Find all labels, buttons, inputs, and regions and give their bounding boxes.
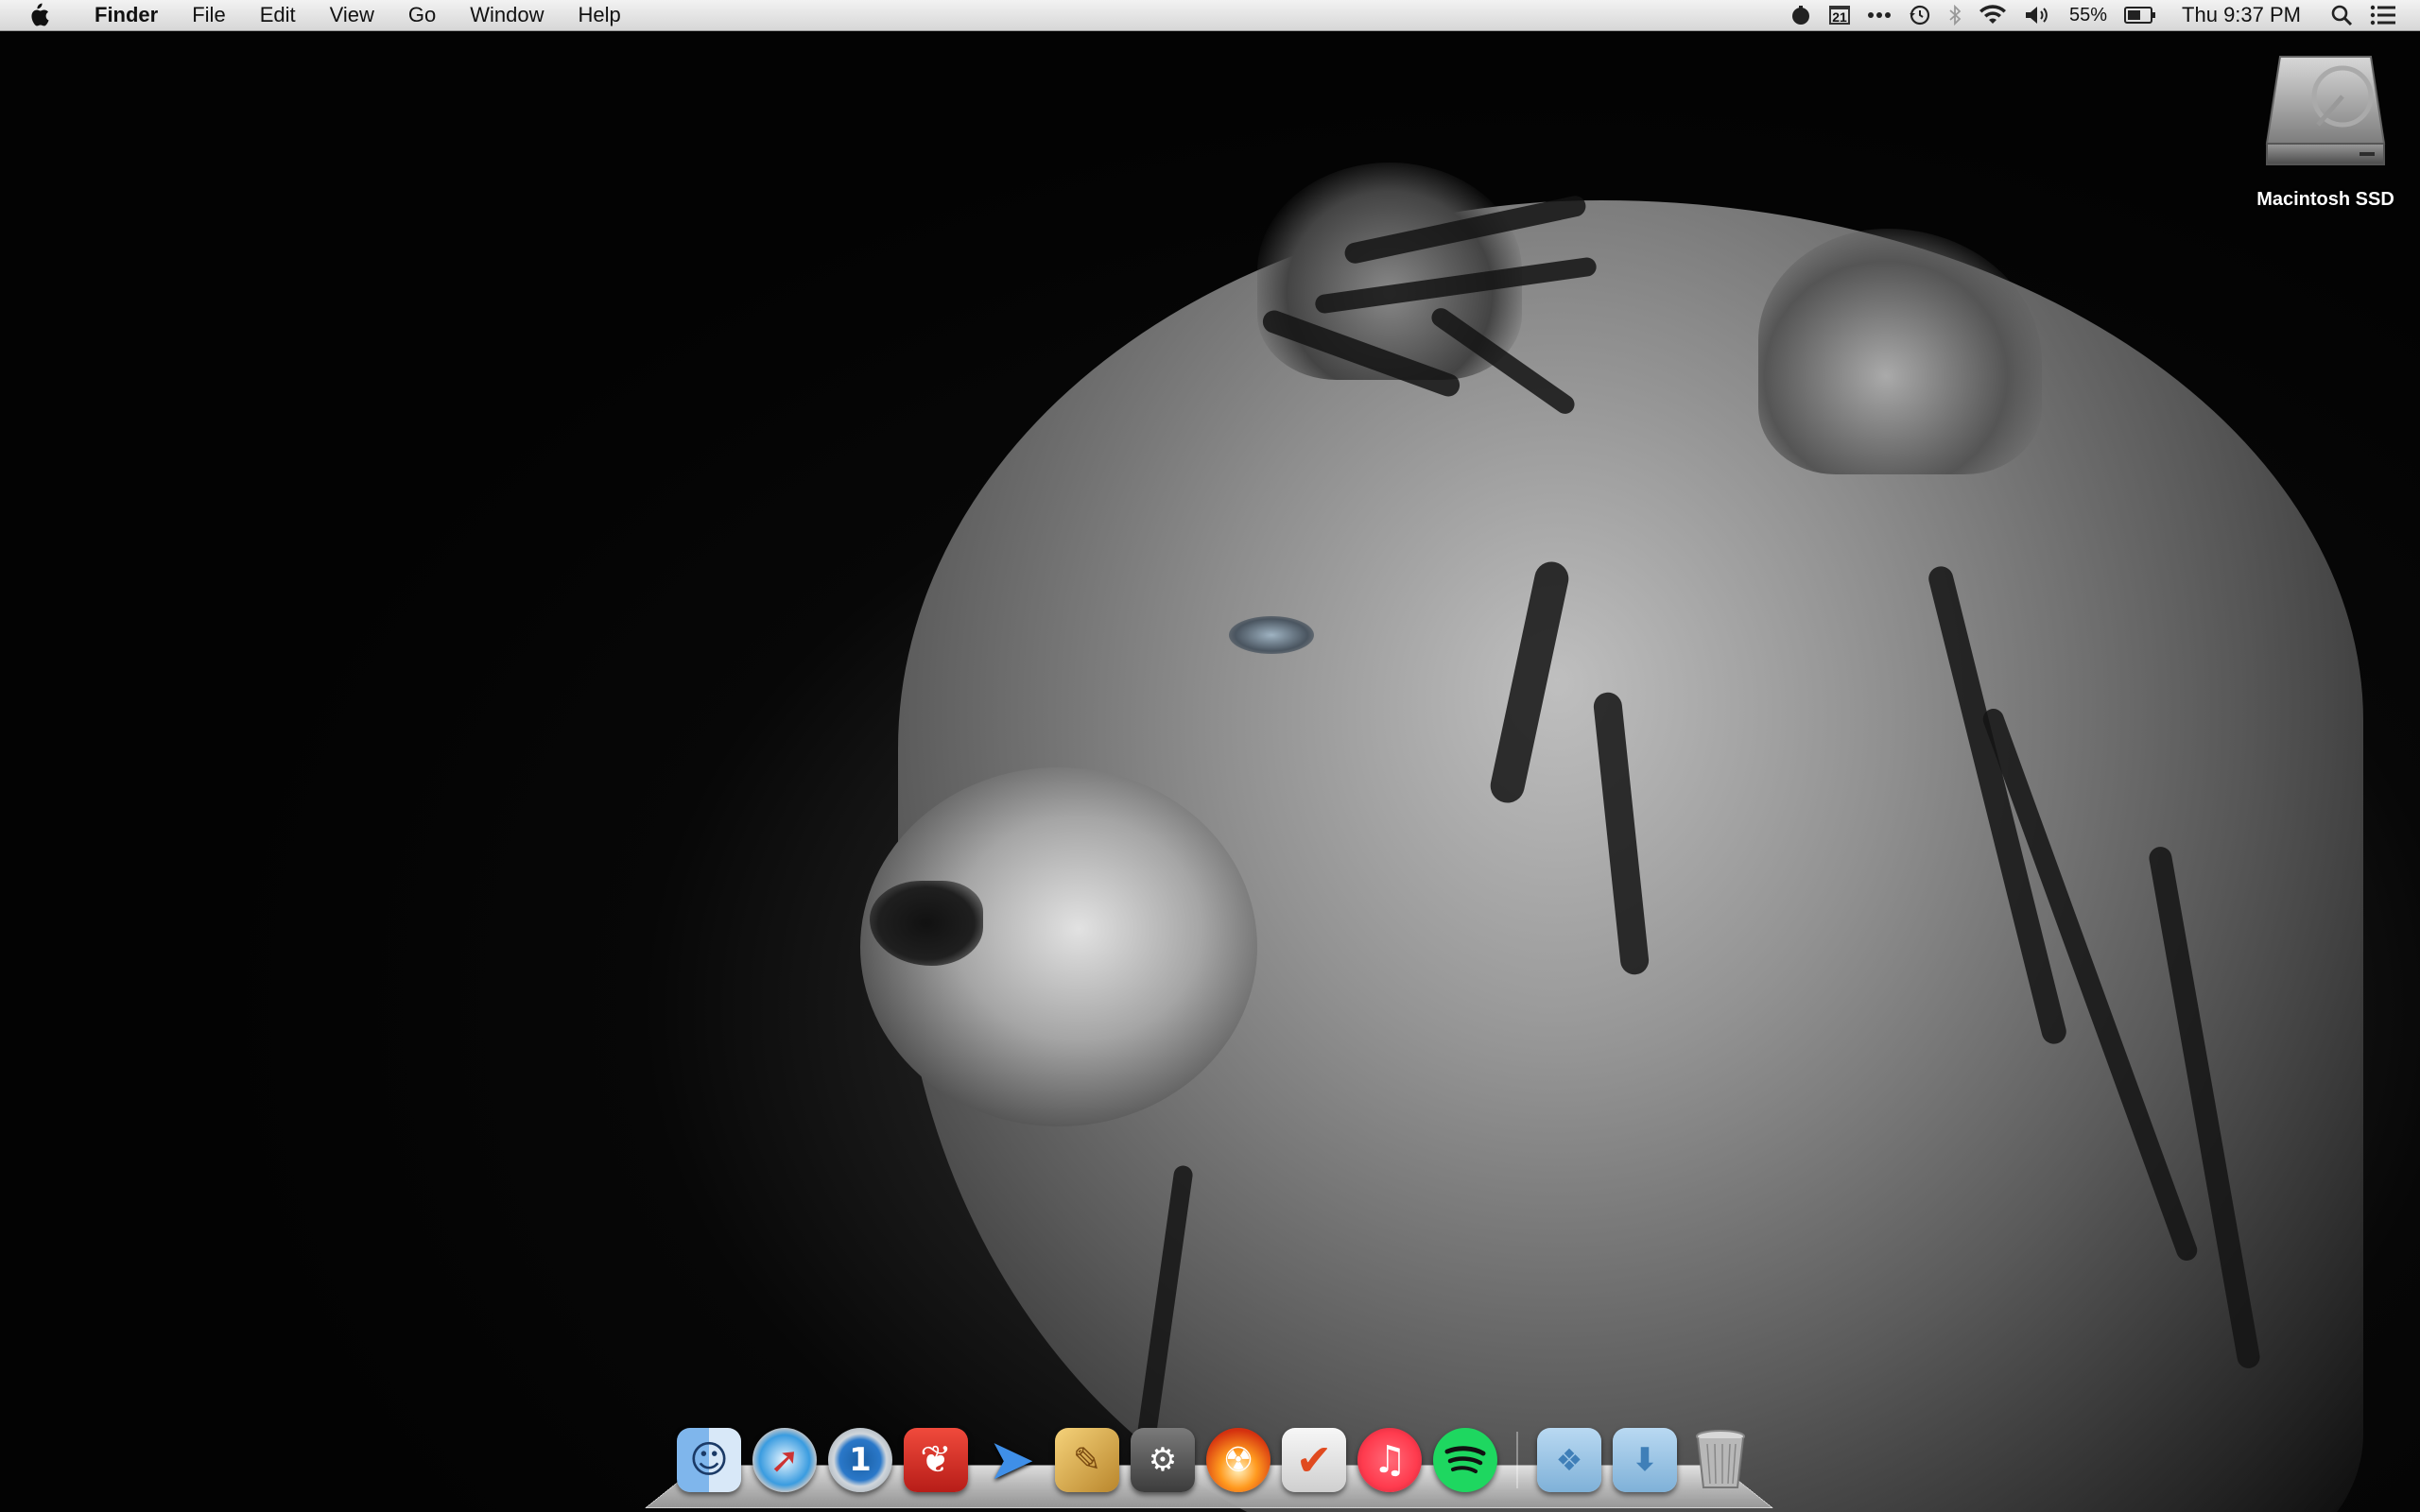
dock-iphoto[interactable]: ✎	[1055, 1428, 1119, 1492]
spotify-icon	[1444, 1446, 1486, 1473]
dock-spotify[interactable]	[1433, 1428, 1497, 1492]
steam-icon: ⚙	[1148, 1441, 1178, 1479]
drive-label: Macintosh SSD	[2256, 189, 2394, 210]
dock-steam[interactable]: ⚙	[1131, 1428, 1195, 1492]
safari-icon: ➚	[769, 1439, 800, 1481]
airmail-icon: ➤	[987, 1427, 1036, 1493]
dock-burn[interactable]: ☢	[1206, 1428, 1270, 1492]
apple-menu-icon[interactable]	[25, 2, 51, 28]
dock-airmail[interactable]: ➤	[979, 1427, 1044, 1493]
1password-icon: 1	[849, 1441, 872, 1479]
notification-center-icon[interactable]	[2370, 0, 2396, 30]
dock: ☺ ➚ 1 ❦ ➤ ✎ ⚙ ☢ ✔ ♫ ❖ ⬇	[671, 1418, 1758, 1503]
dock-dropbox-stack[interactable]: ❖	[1537, 1428, 1601, 1492]
spotlight-search-icon[interactable]	[2330, 0, 2353, 30]
iphoto-icon: ✎	[1072, 1440, 1102, 1480]
time-machine-icon[interactable]	[1909, 0, 1931, 30]
more-dots-icon[interactable]	[1867, 0, 1892, 30]
dock-safari[interactable]: ➚	[752, 1428, 817, 1492]
menu-edit[interactable]: Edit	[243, 0, 313, 30]
bluetooth-icon[interactable]	[1948, 0, 1962, 30]
wallpaper-tiger-ear-right	[1758, 229, 2042, 474]
wallpaper-tiger-eye	[1229, 616, 1314, 654]
trash-icon	[1696, 1430, 1745, 1488]
dock-wunderlist[interactable]: ✔	[1282, 1428, 1346, 1492]
menu-file[interactable]: File	[175, 0, 242, 30]
calendar-day: 21	[1829, 6, 1851, 25]
burn-icon: ☢	[1222, 1440, 1254, 1480]
menu-view[interactable]: View	[313, 0, 391, 30]
finder-icon: ☺	[689, 1438, 729, 1482]
status-round-icon[interactable]	[1789, 0, 1812, 30]
dock-downloads-stack[interactable]: ⬇	[1613, 1428, 1677, 1492]
menu-app-name[interactable]: Finder	[78, 0, 175, 30]
battery-icon[interactable]	[2124, 0, 2156, 30]
menu-bar: Finder File Edit View Go Window Help 21 …	[0, 0, 2420, 31]
menu-help[interactable]: Help	[562, 0, 638, 30]
dock-reeder[interactable]: ❦	[904, 1428, 968, 1492]
hard-drive-icon[interactable]	[2261, 53, 2390, 178]
itunes-icon: ♫	[1373, 1438, 1407, 1482]
calendar-icon[interactable]: 21	[1829, 0, 1851, 30]
wunderlist-icon: ✔	[1295, 1435, 1333, 1486]
dropbox-folder-icon: ❖	[1555, 1442, 1583, 1478]
desktop-drive[interactable]: Macintosh SSD	[2250, 53, 2401, 211]
downloads-folder-icon: ⬇	[1631, 1441, 1659, 1479]
desktop-wallpaper	[0, 30, 2420, 1512]
dock-separator	[1516, 1432, 1518, 1488]
menu-go[interactable]: Go	[391, 0, 453, 30]
dock-finder[interactable]: ☺	[677, 1428, 741, 1492]
menubar-clock[interactable]: Thu 9:37 PM	[2182, 0, 2301, 30]
reeder-icon: ❦	[920, 1438, 952, 1482]
menu-window[interactable]: Window	[453, 0, 561, 30]
volume-icon[interactable]	[2024, 0, 2052, 30]
wifi-icon[interactable]	[1979, 0, 2007, 30]
dock-itunes[interactable]: ♫	[1357, 1428, 1422, 1492]
battery-percent[interactable]: 55%	[2069, 0, 2107, 30]
dock-trash[interactable]	[1688, 1428, 1753, 1492]
dock-1password[interactable]: 1	[828, 1428, 892, 1492]
